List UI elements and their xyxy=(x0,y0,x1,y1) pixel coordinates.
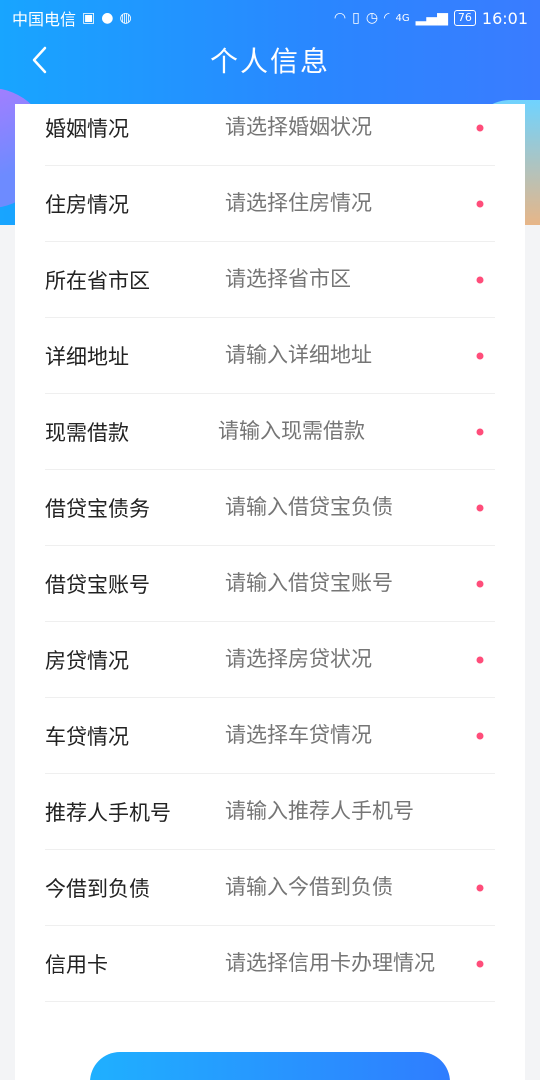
form-row-jdb-debt[interactable]: 借贷宝债务 xyxy=(45,470,495,546)
car-loan-field[interactable] xyxy=(225,723,475,748)
status-bar: 中国电信 ▣ ● ◍ ◠ ▯ ◷ ◜ 4G ▂▄▆ 76 16:01 xyxy=(0,0,540,36)
wechat-icon: ◍ xyxy=(119,10,132,26)
form-card: 婚姻情况 住房情况 所在省市区 详细地址 现需借款 借贷宝债务 借贷宝账号 房贷… xyxy=(15,104,525,1080)
form-row-jjd-debt[interactable]: 今借到负债 xyxy=(45,850,495,926)
required-dot-icon xyxy=(475,883,485,893)
form-row-car-loan[interactable]: 车贷情况 xyxy=(45,698,495,774)
battery-icon: 76 xyxy=(453,10,476,26)
clock: 16:01 xyxy=(481,8,528,28)
network-type: 4G xyxy=(395,12,410,24)
required-dot-icon xyxy=(475,579,485,589)
field-label: 房贷情况 xyxy=(45,648,129,673)
signal-icon: ▂▄▆ xyxy=(415,10,448,26)
field-label: 住房情况 xyxy=(45,192,129,217)
wifi-icon: ◜ xyxy=(384,10,390,26)
field-label: 今借到负债 xyxy=(45,876,150,901)
jdb-account-field[interactable] xyxy=(225,571,475,596)
headset-icon: ◠ xyxy=(333,10,347,26)
required-dot-icon xyxy=(475,275,485,285)
form-row-jdb-account[interactable]: 借贷宝账号 xyxy=(45,546,495,622)
address-field[interactable] xyxy=(225,343,475,368)
vibrate-icon: ▯ xyxy=(352,10,360,26)
form-row-loan-amount[interactable]: 现需借款 xyxy=(45,394,495,470)
credit-card-field[interactable] xyxy=(225,951,475,976)
required-dot-icon xyxy=(475,351,485,361)
required-dot-icon xyxy=(475,199,485,209)
app-notification-icon: ▣ xyxy=(82,10,96,26)
field-label: 借贷宝债务 xyxy=(45,496,150,521)
alarm-icon: ◷ xyxy=(365,10,379,26)
message-icon: ● xyxy=(101,10,114,26)
form-row-credit-card[interactable]: 信用卡 xyxy=(45,926,495,1002)
housing-status-field[interactable] xyxy=(225,191,475,216)
field-label: 借贷宝账号 xyxy=(45,572,150,597)
form-row-address[interactable]: 详细地址 xyxy=(45,318,495,394)
form-row-marital[interactable]: 婚姻情况 xyxy=(45,90,495,166)
field-label: 车贷情况 xyxy=(45,724,129,749)
required-dot-icon xyxy=(475,959,485,969)
jjd-debt-field[interactable] xyxy=(225,875,475,900)
region-field[interactable] xyxy=(225,267,475,292)
required-dot-icon xyxy=(475,655,485,665)
form-row-region[interactable]: 所在省市区 xyxy=(45,242,495,318)
form-row-housing[interactable]: 住房情况 xyxy=(45,166,495,242)
required-dot-icon xyxy=(475,123,485,133)
submit-button[interactable] xyxy=(90,1052,450,1080)
carrier-name: 中国电信 xyxy=(12,10,77,29)
form-row-mortgage[interactable]: 房贷情况 xyxy=(45,622,495,698)
field-label: 现需借款 xyxy=(45,420,129,445)
page-title: 个人信息 xyxy=(209,45,330,78)
required-dot-icon xyxy=(475,427,485,437)
required-dot-icon xyxy=(475,503,485,513)
form-row-referrer[interactable]: 推荐人手机号 xyxy=(45,774,495,850)
referrer-phone-field[interactable] xyxy=(225,799,475,824)
back-button[interactable] xyxy=(22,42,56,78)
field-label: 推荐人手机号 xyxy=(45,800,171,825)
field-label: 信用卡 xyxy=(45,952,108,977)
required-dot-icon xyxy=(475,731,485,741)
field-label: 详细地址 xyxy=(45,344,129,369)
chevron-left-icon xyxy=(32,46,47,74)
field-label: 婚姻情况 xyxy=(45,116,129,141)
jdb-debt-field[interactable] xyxy=(225,495,475,520)
mortgage-status-field[interactable] xyxy=(225,647,475,672)
field-label: 所在省市区 xyxy=(45,268,150,293)
top-bar: 个人信息 xyxy=(0,36,540,84)
loan-amount-field[interactable] xyxy=(218,419,468,444)
marital-status-field[interactable] xyxy=(225,115,475,140)
